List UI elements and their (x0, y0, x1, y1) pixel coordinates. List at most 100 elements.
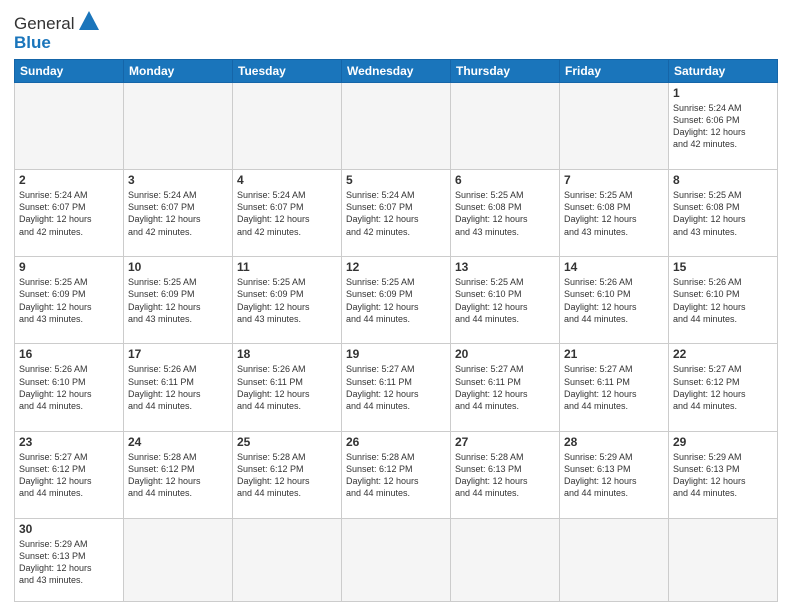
day-number: 30 (19, 522, 119, 536)
day-info: Sunrise: 5:26 AMSunset: 6:11 PMDaylight:… (128, 363, 228, 412)
header: General Blue (14, 10, 778, 53)
calendar-table: SundayMondayTuesdayWednesdayThursdayFrid… (14, 59, 778, 602)
calendar-week-row: 23 Sunrise: 5:27 AMSunset: 6:12 PMDayligh… (15, 431, 778, 518)
day-number: 5 (346, 173, 446, 187)
day-number: 20 (455, 347, 555, 361)
calendar-week-row: 2 Sunrise: 5:24 AMSunset: 6:07 PMDaylight… (15, 170, 778, 257)
calendar-cell (451, 518, 560, 601)
day-info: Sunrise: 5:26 AMSunset: 6:10 PMDaylight:… (19, 363, 119, 412)
calendar-header-row: SundayMondayTuesdayWednesdayThursdayFrid… (15, 60, 778, 83)
calendar-cell: 11Sunrise: 5:25 AMSunset: 6:09 PMDayligh… (233, 257, 342, 344)
calendar-cell: 14Sunrise: 5:26 AMSunset: 6:10 PMDayligh… (560, 257, 669, 344)
day-number: 2 (19, 173, 119, 187)
day-number: 26 (346, 435, 446, 449)
day-number: 7 (564, 173, 664, 187)
day-number: 18 (237, 347, 337, 361)
logo-text-block: General Blue (14, 10, 100, 53)
day-number: 4 (237, 173, 337, 187)
day-info: Sunrise: 5:27 AMSunset: 6:11 PMDaylight:… (564, 363, 664, 412)
day-info: Sunrise: 5:26 AMSunset: 6:10 PMDaylight:… (564, 276, 664, 325)
day-info: Sunrise: 5:28 AMSunset: 6:12 PMDaylight:… (346, 451, 446, 500)
calendar-cell: 6Sunrise: 5:25 AMSunset: 6:08 PMDaylight… (451, 170, 560, 257)
calendar-cell: 7 Sunrise: 5:25 AMSunset: 6:08 PMDaylight… (560, 170, 669, 257)
calendar-cell (124, 83, 233, 170)
calendar-cell: 23 Sunrise: 5:27 AMSunset: 6:12 PMDayligh… (15, 431, 124, 518)
weekday-header: Monday (124, 60, 233, 83)
calendar-cell (124, 518, 233, 601)
day-info: Sunrise: 5:25 AMSunset: 6:09 PMDaylight:… (237, 276, 337, 325)
calendar-cell: 29 Sunrise: 5:29 AMSunset: 6:13 PMDayligh… (669, 431, 778, 518)
calendar-cell: 18 Sunrise: 5:26 AMSunset: 6:11 PMDayligh… (233, 344, 342, 431)
day-info: Sunrise: 5:25 AMSunset: 6:09 PMDaylight:… (346, 276, 446, 325)
day-number: 16 (19, 347, 119, 361)
calendar-cell: 2Sunrise: 5:24 AMSunset: 6:07 PMDaylight… (15, 170, 124, 257)
calendar-cell: 13 Sunrise: 5:25 AMSunset: 6:10 PMDayligh… (451, 257, 560, 344)
calendar-cell: 19 Sunrise: 5:27 AMSunset: 6:11 PMDayligh… (342, 344, 451, 431)
day-info: Sunrise: 5:25 AMSunset: 6:09 PMDaylight:… (128, 276, 228, 325)
day-number: 9 (19, 260, 119, 274)
calendar-cell: 9Sunrise: 5:25 AMSunset: 6:09 PMDaylight… (15, 257, 124, 344)
calendar-cell: 5 Sunrise: 5:24 AMSunset: 6:07 PMDaylight… (342, 170, 451, 257)
day-number: 3 (128, 173, 228, 187)
day-info: Sunrise: 5:24 AMSunset: 6:07 PMDaylight:… (346, 189, 446, 238)
day-number: 13 (455, 260, 555, 274)
day-info: Sunrise: 5:29 AMSunset: 6:13 PMDaylight:… (564, 451, 664, 500)
calendar-cell: 10 Sunrise: 5:25 AMSunset: 6:09 PMDayligh… (124, 257, 233, 344)
day-info: Sunrise: 5:25 AMSunset: 6:08 PMDaylight:… (564, 189, 664, 238)
calendar-week-row: 16 Sunrise: 5:26 AMSunset: 6:10 PMDayligh… (15, 344, 778, 431)
calendar-cell: 17Sunrise: 5:26 AMSunset: 6:11 PMDayligh… (124, 344, 233, 431)
day-number: 10 (128, 260, 228, 274)
day-info: Sunrise: 5:27 AMSunset: 6:11 PMDaylight:… (455, 363, 555, 412)
weekday-header: Friday (560, 60, 669, 83)
day-info: Sunrise: 5:28 AMSunset: 6:12 PMDaylight:… (128, 451, 228, 500)
calendar-cell (342, 83, 451, 170)
logo: General Blue (14, 10, 100, 53)
day-info: Sunrise: 5:27 AMSunset: 6:12 PMDaylight:… (673, 363, 773, 412)
calendar-week-row: 9 Sunrise: 5:25 AMSunset: 6:09 PMDaylight… (15, 257, 778, 344)
day-info: Sunrise: 5:29 AMSunset: 6:13 PMDaylight:… (673, 451, 773, 500)
day-info: Sunrise: 5:27 AMSunset: 6:12 PMDaylight:… (19, 451, 119, 500)
day-number: 23 (19, 435, 119, 449)
day-info: Sunrise: 5:26 AMSunset: 6:11 PMDaylight:… (237, 363, 337, 412)
calendar-cell: 26 Sunrise: 5:28 AMSunset: 6:12 PMDayligh… (342, 431, 451, 518)
logo-triangle-icon (78, 10, 100, 37)
day-number: 25 (237, 435, 337, 449)
day-info: Sunrise: 5:25 AMSunset: 6:08 PMDaylight:… (673, 189, 773, 238)
calendar-cell: 22Sunrise: 5:27 AMSunset: 6:12 PMDayligh… (669, 344, 778, 431)
day-number: 28 (564, 435, 664, 449)
calendar-cell: 15 Sunrise: 5:26 AMSunset: 6:10 PMDayligh… (669, 257, 778, 344)
calendar-cell: 8 Sunrise: 5:25 AMSunset: 6:08 PMDaylight… (669, 170, 778, 257)
day-number: 1 (673, 86, 773, 100)
day-number: 12 (346, 260, 446, 274)
calendar-cell (233, 518, 342, 601)
calendar-cell: 21Sunrise: 5:27 AMSunset: 6:11 PMDayligh… (560, 344, 669, 431)
weekday-header: Wednesday (342, 60, 451, 83)
day-number: 19 (346, 347, 446, 361)
calendar-cell: 3Sunrise: 5:24 AMSunset: 6:07 PMDaylight… (124, 170, 233, 257)
calendar-cell: 27Sunrise: 5:28 AMSunset: 6:13 PMDayligh… (451, 431, 560, 518)
calendar-cell (669, 518, 778, 601)
day-info: Sunrise: 5:25 AMSunset: 6:10 PMDaylight:… (455, 276, 555, 325)
day-number: 15 (673, 260, 773, 274)
calendar-week-row: 30 Sunrise: 5:29 AMSunset: 6:13 PMDayligh… (15, 518, 778, 601)
calendar-cell (233, 83, 342, 170)
day-number: 6 (455, 173, 555, 187)
day-info: Sunrise: 5:24 AMSunset: 6:06 PMDaylight:… (673, 102, 773, 151)
day-info: Sunrise: 5:26 AMSunset: 6:10 PMDaylight:… (673, 276, 773, 325)
day-number: 27 (455, 435, 555, 449)
day-number: 8 (673, 173, 773, 187)
day-info: Sunrise: 5:27 AMSunset: 6:11 PMDaylight:… (346, 363, 446, 412)
calendar-cell: 20 Sunrise: 5:27 AMSunset: 6:11 PMDayligh… (451, 344, 560, 431)
day-info: Sunrise: 5:28 AMSunset: 6:12 PMDaylight:… (237, 451, 337, 500)
calendar-cell (560, 518, 669, 601)
calendar-cell: 24 Sunrise: 5:28 AMSunset: 6:12 PMDayligh… (124, 431, 233, 518)
calendar-cell: 1 Sunrise: 5:24 AMSunset: 6:06 PMDaylight… (669, 83, 778, 170)
weekday-header: Thursday (451, 60, 560, 83)
day-number: 24 (128, 435, 228, 449)
day-number: 29 (673, 435, 773, 449)
calendar-cell: 25 Sunrise: 5:28 AMSunset: 6:12 PMDayligh… (233, 431, 342, 518)
calendar-cell: 28 Sunrise: 5:29 AMSunset: 6:13 PMDayligh… (560, 431, 669, 518)
calendar-cell (342, 518, 451, 601)
day-info: Sunrise: 5:29 AMSunset: 6:13 PMDaylight:… (19, 538, 119, 587)
calendar-cell (451, 83, 560, 170)
